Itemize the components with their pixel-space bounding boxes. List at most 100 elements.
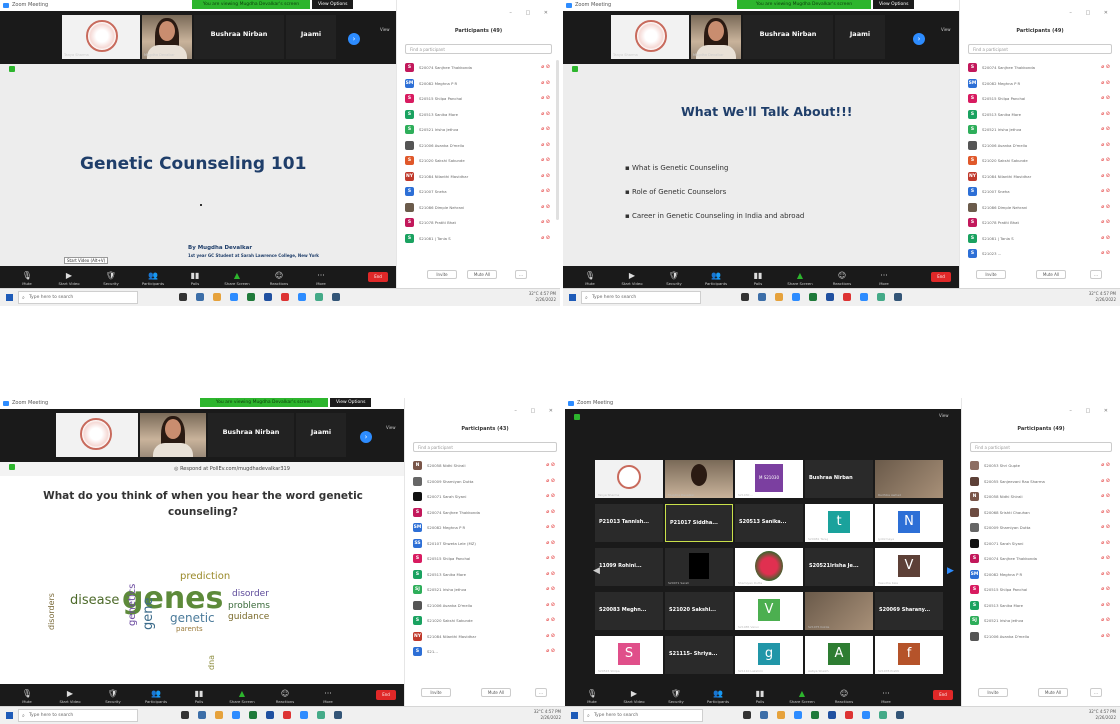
toolbar-mute-button[interactable]: 🎙 Mute	[577, 689, 607, 704]
invite-button[interactable]: Invite	[976, 270, 1006, 279]
participant-row[interactable]: S21006 Avanka D'mello ⌀ ⊘	[411, 598, 561, 614]
taskbar-app-icon[interactable]	[826, 293, 835, 301]
taskbar-app-icon[interactable]	[299, 711, 308, 719]
participant-row[interactable]: S S21078 Pratiti Bhat ⌀ ⊘	[966, 215, 1116, 231]
muted-mic-video-icon[interactable]: ⌀ ⊘	[1101, 540, 1110, 546]
muted-mic-video-icon[interactable]: ⌀ ⊘	[546, 617, 555, 623]
participant-row[interactable]: S S20513 Sanika More ⌀ ⊘	[403, 107, 556, 123]
gallery-tile[interactable]: P21017 Siddha...	[665, 504, 733, 542]
toolbar-polls-button[interactable]: ▮▮ Polls	[745, 689, 775, 704]
muted-mic-video-icon[interactable]: ⌀ ⊘	[541, 219, 550, 225]
muted-mic-video-icon[interactable]: ⌀ ⊘	[541, 126, 550, 132]
taskbar-app-icon[interactable]	[742, 711, 751, 719]
muted-mic-video-icon[interactable]: ⌀ ⊘	[1101, 204, 1110, 210]
taskbar-app-icon[interactable]	[265, 711, 274, 719]
video-tile-jaami[interactable]: Jaami	[835, 15, 885, 59]
muted-mic-video-icon[interactable]: ⌀ ⊘	[1101, 157, 1110, 163]
window-controls[interactable]: – □ ✕	[1069, 408, 1114, 414]
next-page-icon[interactable]: ›	[913, 33, 925, 45]
participant-row[interactable]: SM S20082 Meghna P R ⌀ ⊘	[968, 567, 1116, 583]
view-button[interactable]: View	[386, 425, 396, 430]
gallery-tile[interactable]: Bushraa Nirban	[805, 460, 873, 498]
taskbar-app-icon[interactable]	[316, 711, 325, 719]
participant-row[interactable]: S S20521 Irisha Jethva ⌀ ⊘	[403, 122, 556, 138]
participant-row[interactable]: S21006 Avanka D'mello ⌀ ⊘	[403, 138, 556, 154]
gallery-tile[interactable]: S S20515 Shilpa	[595, 636, 663, 674]
taskbar-app-icon[interactable]	[179, 293, 188, 301]
taskbar-app-icon[interactable]	[861, 711, 870, 719]
gallery-tile[interactable]: S21075 Kokila	[805, 592, 873, 630]
toolbar-reactions-button[interactable]: ☺ Reactions	[264, 271, 294, 286]
toolbar-start-video-button[interactable]: ▶ Start Video	[617, 271, 647, 286]
gallery-tile[interactable]: Radhika Awhad	[875, 460, 943, 498]
taskbar-app-icon[interactable]	[877, 293, 886, 301]
muted-mic-video-icon[interactable]: ⌀ ⊘	[541, 188, 550, 194]
taskbar-app-icon[interactable]	[332, 293, 341, 301]
security-shield-icon[interactable]	[574, 414, 580, 420]
muted-mic-video-icon[interactable]: ⌀ ⊘	[541, 157, 550, 163]
taskbar-search-box[interactable]: ⌕ Type here to search	[583, 709, 703, 722]
toolbar-reactions-button[interactable]: ☺ Reactions	[829, 689, 859, 704]
taskbar-app-icon[interactable]	[282, 711, 291, 719]
video-tile-logo[interactable]	[56, 413, 138, 457]
end-meeting-button[interactable]: End	[368, 272, 388, 282]
taskbar-app-icon[interactable]	[810, 711, 819, 719]
taskbar-app-icon[interactable]	[230, 293, 239, 301]
participant-row[interactable]: S S20515 Shilpa Panchal ⌀ ⊘	[966, 91, 1116, 107]
taskbar-app-icon[interactable]	[298, 293, 307, 301]
window-controls[interactable]: – □ ✕	[514, 408, 559, 414]
next-page-icon[interactable]: ▶	[947, 566, 954, 576]
muted-mic-video-icon[interactable]: ⌀ ⊘	[541, 111, 550, 117]
taskbar-app-icon[interactable]	[775, 293, 784, 301]
taskbar-app-icon[interactable]	[281, 293, 290, 301]
gallery-tile[interactable]: Shamiyan Dutta	[735, 548, 803, 586]
muted-mic-video-icon[interactable]: ⌀ ⊘	[1101, 524, 1110, 530]
muted-mic-video-icon[interactable]: ⌀ ⊘	[1101, 235, 1110, 241]
more-button[interactable]: …	[535, 688, 547, 697]
muted-mic-video-icon[interactable]: ⌀ ⊘	[546, 509, 555, 515]
toolbar-more-button[interactable]: ··· More	[306, 271, 336, 286]
taskbar-app-icon[interactable]	[895, 711, 904, 719]
muted-mic-video-icon[interactable]: ⌀ ⊘	[541, 64, 550, 70]
security-shield-icon[interactable]	[572, 66, 578, 72]
taskbar-app-icon[interactable]	[231, 711, 240, 719]
taskbar-app-icon[interactable]	[792, 293, 801, 301]
view-options-button[interactable]: View Options	[312, 0, 354, 9]
mute-all-button[interactable]: Mute All	[467, 270, 497, 279]
toolbar-more-button[interactable]: ··· More	[313, 689, 343, 704]
muted-mic-video-icon[interactable]: ⌀ ⊘	[1101, 478, 1110, 484]
gallery-tile[interactable]: g S21110 Lakshmi	[735, 636, 803, 674]
toolbar-reactions-button[interactable]: ☺ Reactions	[270, 689, 300, 704]
participant-row[interactable]: SJ S20521 Irisha Jethva ⌀ ⊘	[411, 582, 561, 598]
toolbar-participants-button[interactable]: 👥 Participants	[701, 271, 731, 286]
toolbar-more-button[interactable]: ··· More	[869, 271, 899, 286]
end-meeting-button[interactable]: End	[931, 272, 951, 282]
taskbar-app-icon[interactable]	[793, 711, 802, 719]
next-page-icon[interactable]: ›	[360, 431, 372, 443]
security-shield-icon[interactable]	[9, 66, 15, 72]
participant-row[interactable]: SM S20082 Meghna P R ⌀ ⊘	[966, 76, 1116, 92]
participant-row[interactable]: S S20513 Sanika More ⌀ ⊘	[966, 107, 1116, 123]
muted-mic-video-icon[interactable]: ⌀ ⊘	[541, 142, 550, 148]
mute-all-button[interactable]: Mute All	[1038, 688, 1068, 697]
muted-mic-video-icon[interactable]: ⌀ ⊘	[541, 204, 550, 210]
muted-mic-video-icon[interactable]: ⌀ ⊘	[1101, 602, 1110, 608]
gallery-tile[interactable]: 11099 Rohini...	[595, 548, 663, 586]
muted-mic-video-icon[interactable]: ⌀ ⊘	[546, 633, 555, 639]
mute-all-button[interactable]: Mute All	[481, 688, 511, 697]
toolbar-participants-button[interactable]: 👥 Participants	[141, 689, 171, 704]
participant-row[interactable]: S S21007 Sneha ⌀ ⊘	[403, 184, 556, 200]
taskbar-app-icon[interactable]	[214, 711, 223, 719]
muted-mic-video-icon[interactable]: ⌀ ⊘	[541, 173, 550, 179]
video-tile-logo[interactable]: Tanya Sharma	[611, 15, 689, 59]
muted-mic-video-icon[interactable]: ⌀ ⊘	[1101, 64, 1110, 70]
participant-search-input[interactable]: Find a participant	[970, 442, 1112, 452]
windows-start-icon[interactable]	[571, 712, 578, 719]
window-controls[interactable]: – □ ✕	[509, 10, 554, 16]
view-options-button[interactable]: View Options	[873, 0, 915, 9]
invite-button[interactable]: Invite	[427, 270, 457, 279]
muted-mic-video-icon[interactable]: ⌀ ⊘	[1101, 633, 1110, 639]
security-shield-icon[interactable]	[9, 464, 15, 470]
participant-row[interactable]: S20071 Sarah Siyani ⌀ ⊘	[968, 536, 1116, 552]
end-meeting-button[interactable]: End	[933, 690, 953, 700]
